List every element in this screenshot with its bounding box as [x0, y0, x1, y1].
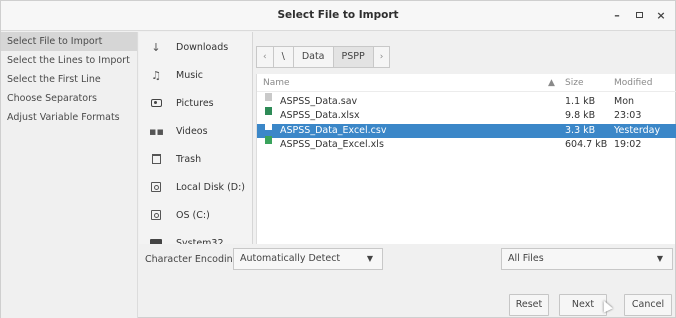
file-name: ASPSS_Data.xlsx: [280, 110, 360, 121]
title-bar: Select File to Import – ×: [1, 1, 675, 31]
place-videos[interactable]: ▪▪ Videos: [139, 118, 252, 146]
assistant-steps: Select File to Import Select the Lines t…: [1, 32, 138, 318]
file-size: 604.7 kB: [565, 139, 608, 150]
step-select-first-line[interactable]: Select the First Line: [1, 70, 137, 89]
encoding-value: Automatically Detect: [240, 253, 341, 264]
place-label: Videos: [176, 126, 208, 137]
step-select-lines[interactable]: Select the Lines to Import: [1, 51, 137, 70]
close-button[interactable]: ×: [652, 7, 670, 25]
reset-button[interactable]: Reset: [509, 294, 549, 316]
place-label: OS (C:): [176, 210, 210, 221]
import-dialog: Select File to Import – × Select File to…: [0, 0, 676, 318]
file-filter-select[interactable]: All Files ▼: [501, 248, 673, 270]
file-list-header: Name ▲ Size Modified: [257, 74, 676, 92]
place-music[interactable]: ♫ Music: [139, 62, 252, 90]
dialog-title: Select File to Import: [277, 9, 399, 21]
column-size[interactable]: Size: [565, 74, 583, 92]
place-label: Music: [176, 70, 204, 81]
place-pictures[interactable]: Pictures: [139, 90, 252, 118]
path-segment-pspp[interactable]: PSPP: [332, 46, 374, 68]
file-modified: 23:03: [614, 110, 642, 121]
path-forward-button[interactable]: ›: [372, 46, 391, 68]
file-modified: Mon: [614, 96, 635, 107]
file-chooser: ↓ Downloads ♫ Music Pictures ▪▪ Videos T…: [139, 32, 676, 244]
cancel-button[interactable]: Cancel: [624, 294, 672, 316]
music-icon: ♫: [151, 69, 161, 82]
folder-icon: [149, 230, 163, 244]
file-size: 3.3 kB: [565, 125, 596, 136]
file-name: ASPSS_Data.sav: [280, 96, 358, 107]
path-bar: ‹ \ Data PSPP ›: [256, 46, 391, 68]
file-name: ASPSS_Data_Excel.csv: [280, 125, 387, 136]
file-row[interactable]: ASPSS_Data.xlsx 9.8 kB 23:03: [257, 107, 676, 123]
step-choose-separators[interactable]: Choose Separators: [1, 89, 137, 108]
file-modified: Yesterday: [614, 125, 661, 136]
file-row-selected[interactable]: ASPSS_Data_Excel.csv 3.3 kB Yesterday: [257, 122, 676, 138]
encoding-select[interactable]: Automatically Detect ▼: [233, 248, 383, 270]
file-size: 9.8 kB: [565, 110, 596, 121]
place-label: Local Disk (D:): [176, 182, 245, 193]
drive-icon: [149, 202, 163, 230]
file-row[interactable]: ASPSS_Data.sav 1.1 kB Mon: [257, 93, 676, 109]
place-local-disk-d[interactable]: Local Disk (D:): [139, 174, 252, 202]
drive-icon: [149, 174, 163, 202]
sort-ascending-icon: ▲: [548, 78, 555, 88]
video-icon: ▪▪: [149, 125, 164, 138]
column-name[interactable]: Name: [263, 74, 290, 92]
place-downloads[interactable]: ↓ Downloads: [139, 34, 252, 62]
minimize-button[interactable]: –: [608, 7, 626, 25]
download-icon: ↓: [151, 41, 161, 54]
path-back-button[interactable]: ‹: [256, 46, 274, 68]
place-trash[interactable]: Trash: [139, 146, 252, 174]
maximize-icon: [635, 12, 643, 18]
maximize-button[interactable]: [630, 7, 648, 25]
camera-icon: [149, 90, 163, 118]
step-adjust-formats[interactable]: Adjust Variable Formats: [1, 108, 137, 127]
file-name: ASPSS_Data_Excel.xls: [280, 139, 384, 150]
encoding-label: Character Encoding:: [145, 254, 242, 265]
trash-icon: [149, 146, 163, 174]
path-segment-data[interactable]: Data: [292, 46, 334, 68]
file-modified: 19:02: [614, 139, 642, 150]
place-system32[interactable]: System32: [139, 230, 252, 244]
place-label: Downloads: [176, 42, 229, 53]
file-row[interactable]: ASPSS_Data_Excel.xls 604.7 kB 19:02: [257, 136, 676, 152]
place-label: System32: [176, 238, 224, 244]
file-list: Name ▲ Size Modified ASPSS_Data.sav 1.1 …: [256, 74, 676, 244]
file-size: 1.1 kB: [565, 96, 596, 107]
place-label: Pictures: [176, 98, 214, 109]
dropdown-arrow-icon: ▼: [656, 254, 663, 263]
dropdown-arrow-icon: ▼: [366, 254, 373, 263]
place-label: Trash: [176, 154, 202, 165]
column-modified[interactable]: Modified: [614, 74, 652, 92]
place-os-c[interactable]: OS (C:): [139, 202, 252, 230]
places-sidebar: ↓ Downloads ♫ Music Pictures ▪▪ Videos T…: [139, 32, 253, 244]
step-select-file[interactable]: Select File to Import: [1, 32, 137, 51]
file-filter-value: All Files: [508, 253, 544, 264]
path-root-button[interactable]: \: [272, 46, 294, 68]
